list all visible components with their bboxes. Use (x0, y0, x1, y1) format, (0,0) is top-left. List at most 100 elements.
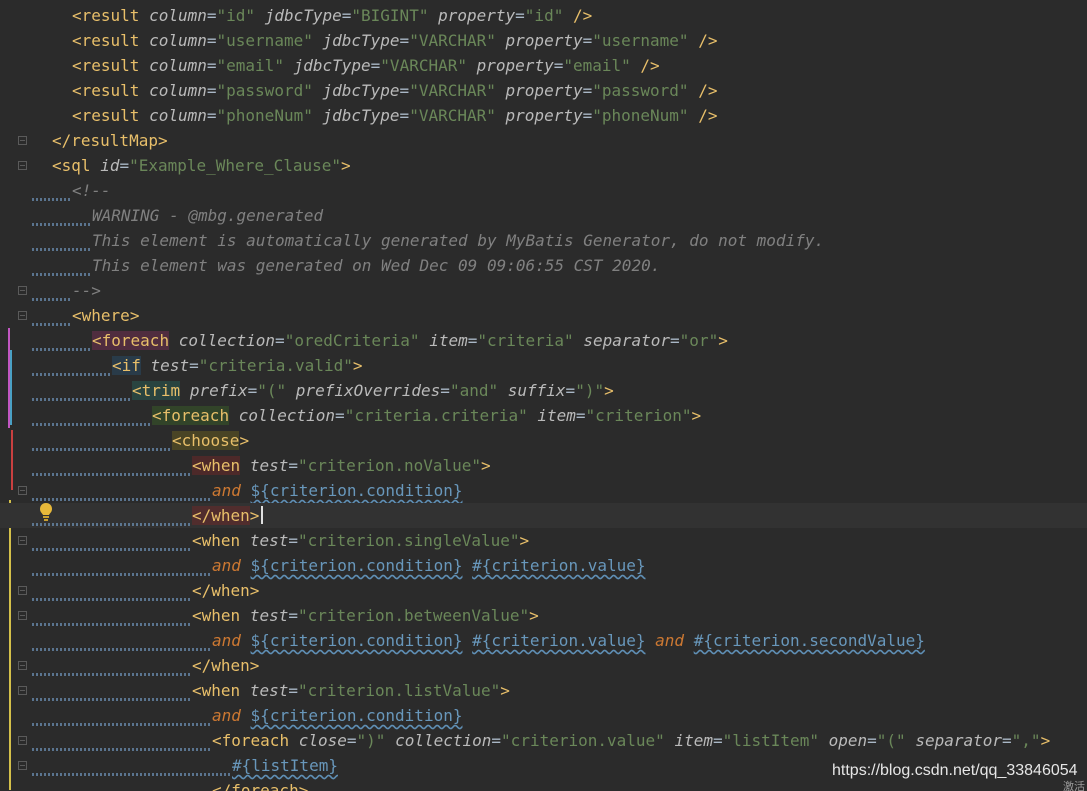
code-line[interactable]: <when test="criterion.singleValue"> (0, 528, 1087, 553)
tag-highlight: </when (192, 506, 250, 525)
code-line[interactable]: </when> (0, 578, 1087, 603)
tag-highlight: <when (192, 456, 241, 475)
code-line[interactable]: <result column="phoneNum" jdbcType="VARC… (0, 103, 1087, 128)
code-token: and (212, 631, 241, 650)
code-line[interactable]: </resultMap> (0, 128, 1087, 153)
code-token: "password" (216, 81, 313, 100)
code-token: > (157, 131, 168, 150)
line-content: <sql id="Example_Where_Clause"> (52, 153, 351, 178)
code-line[interactable]: <where> (0, 303, 1087, 328)
code-line[interactable]: <foreach close=")" collection="criterion… (0, 728, 1087, 753)
code-token: if (121, 356, 141, 375)
indent-warning-underline (32, 723, 210, 726)
code-area[interactable]: <result column="id" jdbcType="BIGINT" pr… (0, 0, 1087, 791)
code-line[interactable]: <foreach collection="criteria.criteria" … (0, 403, 1087, 428)
code-token: "criterion.listValue" (297, 681, 501, 700)
code-token: and (212, 481, 241, 500)
indent-warning-underline (32, 198, 70, 201)
line-content: --> (72, 278, 101, 303)
code-token: #{criterion.value} (472, 556, 646, 575)
code-line[interactable]: and ${criterion.condition} #{criterion.v… (0, 553, 1087, 578)
code-line[interactable]: <when test="criterion.betweenValue"> (0, 603, 1087, 628)
code-token: = (189, 356, 199, 375)
code-line[interactable]: <result column="id" jdbcType="BIGINT" pr… (0, 3, 1087, 28)
indent-warning-underline (32, 398, 130, 401)
indent-warning-underline (32, 523, 190, 526)
code-line[interactable]: This element is automatically generated … (0, 228, 1087, 253)
code-line[interactable]: <result column="username" jdbcType="VARC… (0, 28, 1087, 53)
code-token: "username" (592, 31, 689, 50)
code-line[interactable]: WARNING - @mbg.generated (0, 203, 1087, 228)
code-token: </ (192, 656, 212, 675)
code-token: property (505, 81, 583, 100)
code-token: < (192, 456, 202, 475)
code-token: < (72, 306, 82, 325)
line-content: </when> (192, 653, 259, 678)
code-line[interactable]: --> (0, 278, 1087, 303)
line-content: <when test="criterion.betweenValue"> (192, 603, 539, 628)
code-token: "or" (679, 331, 719, 350)
code-line[interactable]: <sql id="Example_Where_Clause"> (0, 153, 1087, 178)
code-line[interactable]: </when> (0, 503, 1087, 528)
code-token: "BIGINT" (351, 6, 429, 25)
code-token: > (249, 656, 260, 675)
code-token: "criterion.value" (501, 731, 665, 750)
code-token: when (211, 581, 250, 600)
code-line[interactable]: <foreach collection="oredCriteria" item=… (0, 328, 1087, 353)
code-token: > (249, 581, 260, 600)
line-content: This element was generated on Wed Dec 09… (92, 253, 660, 278)
code-token: </ (192, 581, 212, 600)
code-editor[interactable]: <result column="id" jdbcType="BIGINT" pr… (0, 0, 1087, 791)
code-line[interactable]: <result column="password" jdbcType="VARC… (0, 78, 1087, 103)
code-line[interactable]: <when test="criterion.noValue"> (0, 453, 1087, 478)
code-token: foreach (221, 731, 290, 750)
code-line[interactable]: and ${criterion.condition} (0, 703, 1087, 728)
lightbulb-icon[interactable] (38, 502, 54, 522)
code-token: ")" (356, 731, 386, 750)
code-line[interactable]: </when> (0, 653, 1087, 678)
code-token: = (575, 406, 586, 425)
code-token: when (201, 531, 241, 550)
indent-warning-underline (32, 598, 190, 601)
code-token: = (582, 106, 593, 125)
line-content: </resultMap> (52, 128, 168, 153)
code-token: = (370, 56, 381, 75)
code-token: > (529, 606, 539, 625)
code-token: < (72, 81, 82, 100)
code-token: prefixOverrides (295, 381, 441, 400)
code-token: "phoneNum" (216, 106, 313, 125)
line-content: <result column="id" jdbcType="BIGINT" pr… (72, 3, 592, 28)
code-line[interactable]: and ${criterion.condition} (0, 478, 1087, 503)
code-token: < (192, 681, 202, 700)
line-content: <result column="email" jdbcType="VARCHAR… (72, 53, 660, 78)
code-line[interactable]: <choose> (0, 428, 1087, 453)
code-line[interactable]: <when test="criterion.listValue"> (0, 678, 1087, 703)
code-line[interactable]: <!-- (0, 178, 1087, 203)
code-token: > (481, 456, 491, 475)
line-content: and ${criterion.condition} #{criterion.v… (212, 628, 925, 653)
code-line[interactable]: <result column="email" jdbcType="VARCHAR… (0, 53, 1087, 78)
code-line[interactable]: <if test="criteria.valid"> (0, 353, 1087, 378)
code-line[interactable]: and ${criterion.condition} #{criterion.v… (0, 628, 1087, 653)
line-content: <if test="criteria.valid"> (112, 353, 362, 378)
code-token: = (670, 331, 680, 350)
indent-warning-underline (32, 673, 190, 676)
code-line[interactable]: <trim prefix="(" prefixOverrides="and" s… (0, 378, 1087, 403)
code-line[interactable]: This element was generated on Wed Dec 09… (0, 253, 1087, 278)
